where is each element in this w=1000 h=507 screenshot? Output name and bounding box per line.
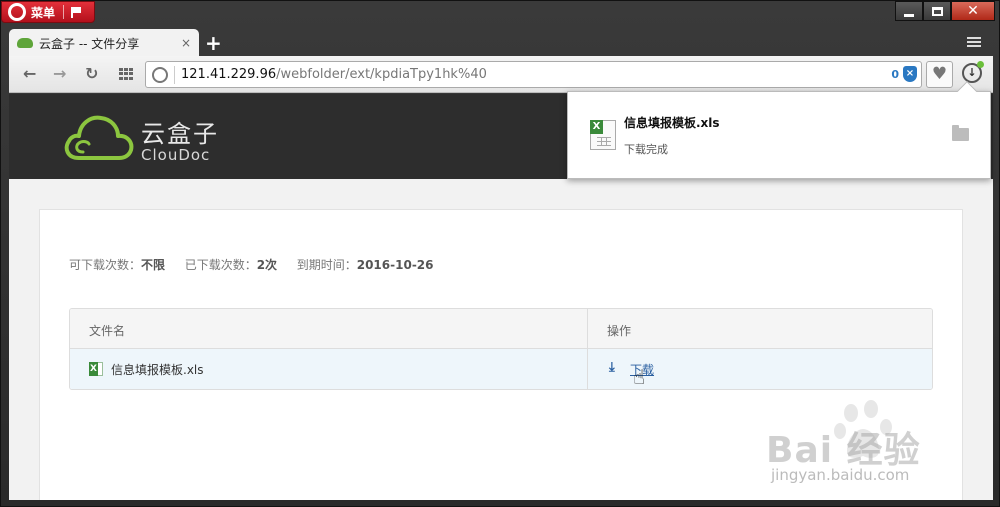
download-popup: 信息填报模板.xls 下载完成 <box>567 81 991 179</box>
forward-arrow-icon[interactable]: → <box>53 65 66 83</box>
column-divider <box>587 349 588 389</box>
url-text[interactable]: 121.41.229.96/webfolder/ext/kpdiaTpy1hk%… <box>181 67 487 82</box>
bookmark-heart-button[interactable]: ♥ <box>926 61 953 88</box>
excel-file-icon[interactable] <box>590 120 616 150</box>
brand-name-cn: 云盒子 <box>141 120 219 148</box>
table-row: 信息填报模板.xls ⤓ 下载 ☝ <box>70 349 932 389</box>
download-status: 下载完成 <box>624 143 668 156</box>
expires-value: 2016-10-26 <box>356 258 434 272</box>
address-divider <box>174 66 175 84</box>
blocked-ads-count: 0 <box>891 68 899 81</box>
maximize-button[interactable] <box>923 1 951 21</box>
site-info-icon[interactable] <box>152 67 168 83</box>
downloaded-file-name[interactable]: 信息填报模板.xls <box>624 114 720 131</box>
column-divider <box>587 309 588 348</box>
hand-cursor-icon: ☝ <box>633 365 646 389</box>
file-name: 信息填报模板.xls <box>111 363 204 377</box>
file-table: 文件名 操作 信息填报模板.xls ⤓ 下载 ☝ <box>69 308 933 390</box>
brand-name-en: ClouDoc <box>141 146 211 164</box>
window-controls: ✕ <box>895 1 995 21</box>
open-folder-icon[interactable] <box>952 125 969 141</box>
browser-tab[interactable]: 云盒子 -- 文件分享 × <box>9 29 199 57</box>
reload-icon[interactable]: ↻ <box>85 65 98 83</box>
minimize-icon <box>904 13 914 17</box>
cloud-favicon-icon <box>17 38 33 48</box>
downloaded-value: 2次 <box>256 258 278 272</box>
download-complete-dot <box>977 61 984 68</box>
expires-label: 到期时间： <box>296 258 357 272</box>
column-header-filename: 文件名 <box>89 324 126 338</box>
watermark-url: jingyan.baidu.com <box>771 466 910 484</box>
maximize-icon <box>931 6 943 16</box>
speed-dial-icon[interactable] <box>119 68 133 80</box>
address-bar[interactable]: 121.41.229.96/webfolder/ext/kpdiaTpy1hk%… <box>145 61 922 88</box>
close-icon: ✕ <box>967 3 979 19</box>
cloud-logo-icon <box>64 115 134 160</box>
url-path: /webfolder/ext/kpdiaTpy1hk%40 <box>276 67 487 82</box>
column-header-action: 操作 <box>607 324 632 338</box>
new-tab-button[interactable]: + <box>205 31 222 55</box>
opera-menu-label: 菜单 <box>31 5 56 20</box>
share-meta: 可下载次数：不限 已下载次数：2次 到期时间：2016-10-26 <box>69 256 434 273</box>
browser-window: 菜单 ✕ 云盒子 -- 文件分享 × + ← → ↻ 121.41.229.96… <box>0 0 1000 507</box>
tab-menu-icon[interactable] <box>967 37 981 49</box>
opera-menu-button[interactable]: 菜单 <box>1 1 95 23</box>
url-host: 121.41.229.96 <box>181 67 277 82</box>
downloads-allowed-label: 可下载次数： <box>69 258 142 272</box>
tab-close-icon[interactable]: × <box>181 36 191 50</box>
back-arrow-icon[interactable]: ← <box>23 65 36 83</box>
table-header: 文件名 操作 <box>70 309 932 349</box>
feedback-flag-icon[interactable] <box>71 7 82 18</box>
ad-block-shield-icon[interactable]: × <box>903 66 917 82</box>
download-arrow-icon[interactable]: ⤓ <box>609 360 615 375</box>
downloads-allowed-value: 不限 <box>141 258 166 272</box>
opera-logo-icon <box>8 3 26 21</box>
close-window-button[interactable]: ✕ <box>951 1 995 21</box>
browser-toolbar: ← → ↻ 121.41.229.96/webfolder/ext/kpdiaT… <box>9 56 993 93</box>
excel-file-icon <box>89 362 103 376</box>
minimize-button[interactable] <box>895 1 923 21</box>
downloaded-label: 已下载次数： <box>184 258 257 272</box>
tab-title: 云盒子 -- 文件分享 <box>39 36 140 51</box>
menu-divider <box>63 5 65 19</box>
